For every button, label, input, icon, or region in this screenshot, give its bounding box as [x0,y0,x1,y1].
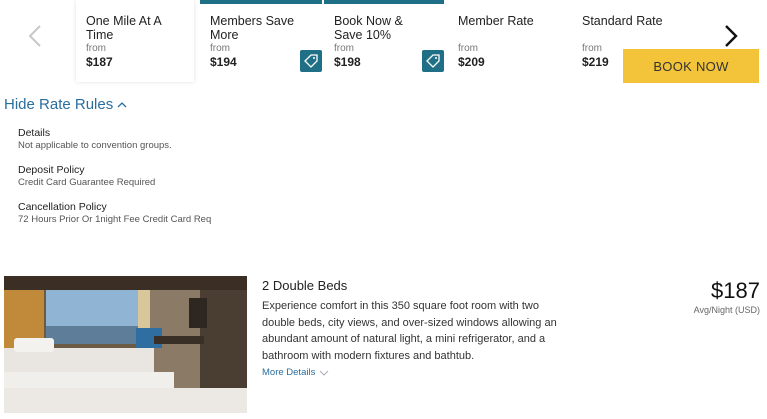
chevron-up-icon [117,102,127,108]
rule-value: 72 Hours Prior Or 1night Fee Credit Card… [18,214,212,225]
rate-rules: Details Not applicable to convention gro… [18,127,211,238]
rate-name: Standard Rate [582,14,663,28]
toggle-rules-label: Hide Rate Rules [4,96,114,113]
more-details-link[interactable]: More Details [262,367,329,378]
chevron-right-icon [725,25,738,47]
room-photo[interactable] [4,276,247,413]
carousel-prev-button[interactable] [20,18,50,54]
rule-deposit-policy: Deposit Policy Credit Card Guarantee Req… [18,164,211,189]
chevron-down-icon [319,370,329,376]
rule-details: Details Not applicable to convention gro… [18,127,211,152]
rate-from-label: from [86,43,106,54]
rate-card-members-save-more[interactable]: Members Save More from $194 [200,0,322,82]
chevron-left-icon [28,25,41,47]
room-image [4,276,247,413]
tag-icon [426,54,440,68]
rate-card-member-rate[interactable]: Member Rate from $209 [448,0,566,82]
promo-badge [300,50,322,72]
rate-price: $209 [458,55,485,69]
rate-card-one-mile[interactable]: One Mile At A Time from $187 [76,0,194,82]
more-details-label: More Details [262,367,316,378]
rule-title: Details [18,127,51,139]
room-price-box: $187 Avg/Night (USD) [694,278,760,316]
hide-rate-rules-toggle[interactable]: Hide Rate Rules [4,96,127,113]
rule-value: Not applicable to convention groups. [18,140,172,151]
promo-badge [422,50,444,72]
tag-icon [304,54,318,68]
room-description: Experience comfort in this 350 square fo… [262,300,557,362]
rate-name: Members Save More [210,14,295,42]
room-listing: 2 Double Beds Experience comfort in this… [4,276,764,416]
room-price: $187 [711,278,760,303]
rate-from-label: from [458,43,478,54]
rule-title: Cancellation Policy [18,201,107,213]
rule-cancellation-policy: Cancellation Policy 72 Hours Prior Or 1n… [18,201,211,226]
rate-name: One Mile At A Time [86,14,162,42]
rate-name: Book Now & Save 10% [334,14,403,42]
price-unit: Avg/Night (USD) [693,305,760,315]
rate-name: Member Rate [458,14,534,28]
book-now-button[interactable]: BOOK NOW [623,49,759,83]
rate-card-book-now-save[interactable]: Book Now & Save 10% from $198 [324,0,444,82]
rule-value: Credit Card Guarantee Required [18,177,156,188]
room-title: 2 Double Beds [262,278,348,293]
rate-price: $187 [86,55,113,69]
rule-title: Deposit Policy [18,164,85,176]
